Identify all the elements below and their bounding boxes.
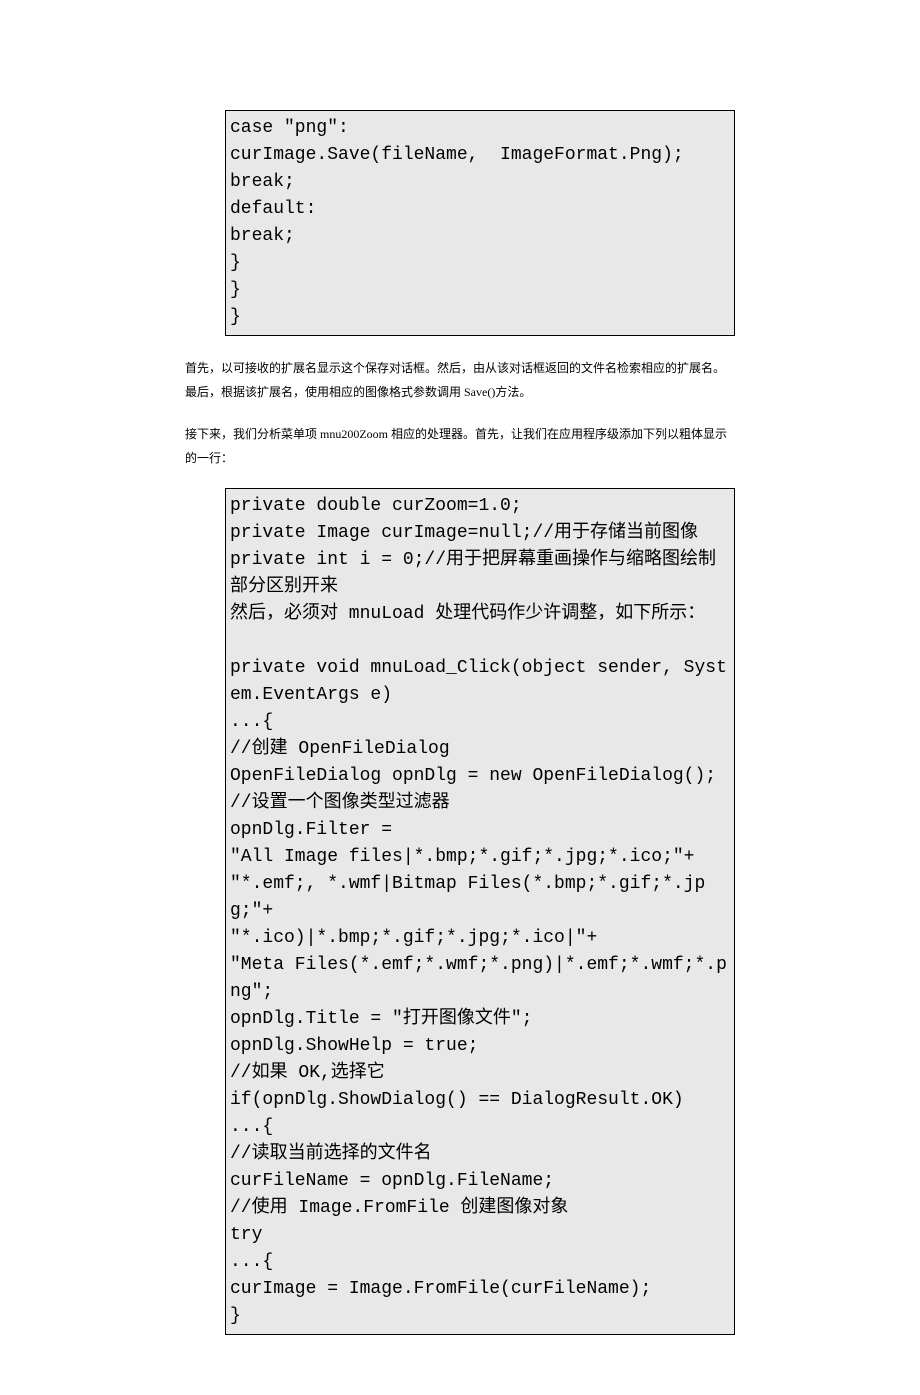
prose-paragraph-1: 首先，以可接收的扩展名显示这个保存对话框。然后，由从该对话框返回的文件名检索相应… — [185, 356, 735, 404]
code-block-1: case "png": curImage.Save(fileName, Imag… — [225, 110, 735, 336]
code-block-2: private double curZoom=1.0; private Imag… — [225, 488, 735, 1335]
prose-paragraph-2: 接下来，我们分析菜单项 mnu200Zoom 相应的处理器。首先，让我们在应用程… — [185, 422, 735, 470]
document-page: case "png": curImage.Save(fileName, Imag… — [0, 0, 920, 1395]
